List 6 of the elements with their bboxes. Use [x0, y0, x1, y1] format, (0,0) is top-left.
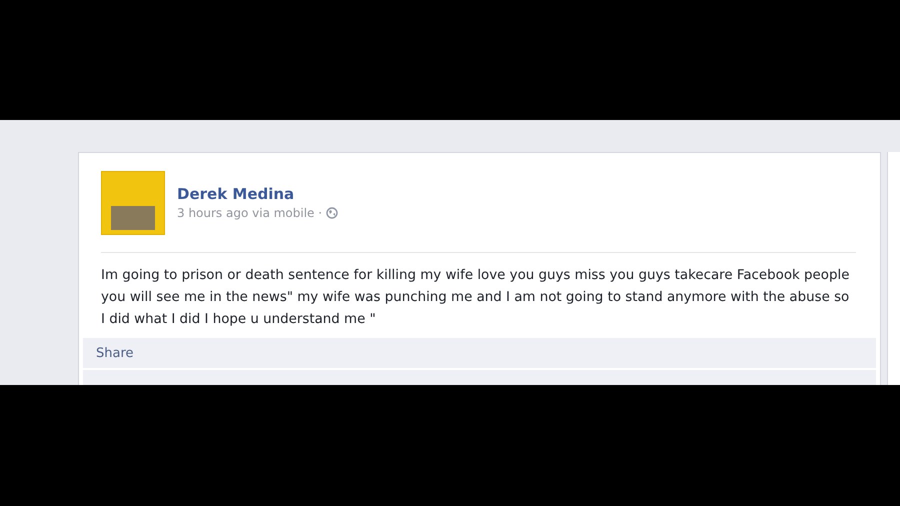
- post-time: 3 hours ago via mobile ·: [177, 206, 322, 220]
- profile-picture[interactable]: [101, 171, 165, 235]
- share-link[interactable]: Share: [96, 346, 134, 360]
- post-text: Im going to prison or death sentence for killing my wife love you guys miss you guys takecare Facebook people you will see me in the news" my wife was punching me and I am not going to stand anymore with the abuse so I did what I did I hope u understand me ": [101, 267, 850, 329]
- author-name[interactable]: Derek Medina: [177, 185, 338, 203]
- globe-icon: [326, 207, 338, 219]
